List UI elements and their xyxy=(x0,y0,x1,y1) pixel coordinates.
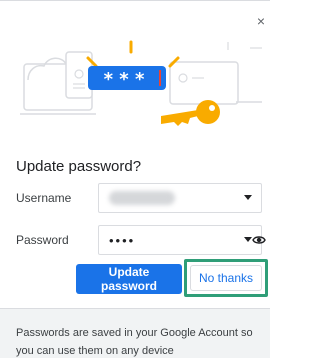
footer: Passwords are saved in your Google Accou… xyxy=(0,308,270,358)
password-field-icon xyxy=(169,42,262,105)
username-row: Username xyxy=(16,182,262,214)
chevron-down-icon xyxy=(244,195,252,200)
password-row: Password •••• xyxy=(16,224,262,256)
top-divider xyxy=(0,0,270,1)
update-password-button[interactable]: Update password xyxy=(76,264,182,294)
no-thanks-button[interactable]: No thanks xyxy=(190,265,262,291)
eye-icon[interactable] xyxy=(252,233,266,247)
username-value-blurred xyxy=(109,191,175,205)
close-icon[interactable]: × xyxy=(254,14,268,28)
chevron-down-icon xyxy=(244,237,252,242)
password-label: Password xyxy=(16,233,69,247)
cloud-icon xyxy=(27,57,67,81)
dialog-title: Update password? xyxy=(16,158,142,175)
masked-password-text: * * * xyxy=(104,69,145,90)
password-select[interactable]: •••• xyxy=(98,225,262,255)
password-illustration: * * * xyxy=(20,40,262,126)
username-label: Username xyxy=(16,191,72,205)
footer-text: Passwords are saved in your Google Accou… xyxy=(16,327,253,357)
username-select[interactable] xyxy=(98,183,262,213)
sparkle-marks xyxy=(86,40,180,68)
password-masked-value: •••• xyxy=(109,232,136,248)
